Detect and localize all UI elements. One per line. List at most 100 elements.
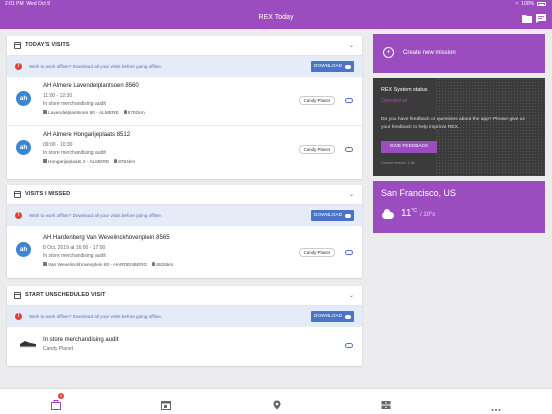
briefcase-icon	[51, 400, 61, 410]
offline-banner: ! Wish to work offline? Download all you…	[7, 306, 362, 327]
visit-name: AH Hardenberg Van Wevelinckhovenplein 85…	[43, 235, 170, 241]
battery-icon	[537, 2, 546, 6]
chevron-down-icon[interactable]: ⌄	[349, 191, 354, 198]
shoe-icon	[20, 341, 36, 348]
warning-icon: !	[15, 62, 22, 70]
download-label: DOWNLOAD	[313, 213, 343, 218]
visit-row[interactable]: ah AH Almere Hongarijeplaats 8512 09:00 …	[7, 125, 362, 173]
address-text: Hongarijeplaats 2 - ALMERE	[48, 160, 110, 165]
client-chip: Candy Planet	[298, 145, 335, 154]
cloud-icon	[382, 209, 394, 219]
battery-percent: 100%	[521, 1, 534, 7]
status-bar: 2:01 PM Wed Oct 9 ≈ 100%	[0, 0, 552, 9]
calendar-icon	[14, 42, 21, 49]
cloud-upload-icon	[345, 213, 352, 218]
visit-address: Van Wevelinckhovenplein 60 - HARDENBERG …	[43, 262, 173, 268]
more-dots-icon	[491, 409, 501, 411]
calendar-icon	[14, 191, 21, 198]
weather-temperature: 11°C/ 10°c	[401, 208, 435, 219]
system-status-card: REX System status Operational Do you hav…	[373, 78, 545, 176]
folder-icon[interactable]	[522, 14, 532, 23]
tab-bar: 3	[0, 388, 552, 414]
unscheduled-name: In store merchandising audit	[43, 337, 119, 343]
download-label: DOWNLOAD	[313, 64, 343, 69]
offline-text: Wish to work offline? Download all your …	[29, 213, 163, 218]
location-pin-icon	[152, 262, 156, 266]
temp-value: 11	[401, 208, 412, 219]
albert-heijn-logo: ah	[16, 91, 31, 106]
client-chip: Candy Planet	[298, 248, 335, 257]
plus-icon: +	[383, 47, 394, 58]
status-right: ≈ 100%	[515, 1, 546, 7]
tab-more[interactable]	[491, 399, 501, 411]
location-pin-icon	[114, 159, 118, 163]
visit-time: 11:00 - 12:30	[43, 93, 73, 99]
download-button[interactable]: DOWNLOAD	[311, 311, 354, 322]
app-version: Current version: 1.36	[381, 161, 415, 165]
chat-icon[interactable]	[536, 14, 546, 23]
todays-visits-header[interactable]: TODAY'S VISITS ⌄	[7, 36, 362, 56]
albert-heijn-logo: ah	[16, 140, 31, 155]
app-header: REX Today	[0, 9, 552, 29]
cloud-upload-icon	[345, 64, 352, 69]
missed-visits-card: VISITS I MISSED ⌄ ! Wish to work offline…	[7, 185, 362, 278]
offline-banner: ! Wish to work offline? Download all you…	[7, 205, 362, 226]
download-button[interactable]: DOWNLOAD	[311, 61, 354, 72]
create-mission-button[interactable]: + Create new mission	[373, 34, 545, 73]
unscheduled-header[interactable]: START UNSCHEDULED VISIT ⌄	[7, 286, 362, 306]
location-pin-icon	[123, 110, 127, 114]
visit-type: In store merchandising audit	[43, 253, 106, 259]
storage-icon	[381, 401, 391, 409]
weather-card: San Francisco, US 11°C/ 10°c	[373, 181, 545, 233]
download-label: DOWNLOAD	[313, 314, 343, 319]
cloud-download-icon[interactable]	[345, 343, 353, 348]
page-title: REX Today	[258, 14, 294, 21]
section-title: VISITS I MISSED	[25, 191, 71, 197]
cloud-upload-icon	[345, 314, 352, 319]
client-chip: Candy Planet	[298, 96, 335, 105]
wifi-icon: ≈	[515, 1, 519, 7]
location-pin-icon	[273, 400, 281, 410]
tab-map[interactable]	[272, 397, 282, 410]
visit-type: In store merchandising audit	[43, 150, 106, 156]
create-mission-label: Create new mission	[403, 50, 456, 56]
address-text: Van Wevelinckhovenplein 60 - HARDENBERG	[48, 263, 148, 268]
chevron-down-icon[interactable]: ⌄	[349, 292, 354, 299]
cloud-download-icon[interactable]	[345, 147, 353, 152]
store-icon	[43, 159, 47, 163]
weather-city: San Francisco, US	[381, 188, 457, 198]
cloud-download-icon[interactable]	[345, 98, 353, 103]
status-time: 2:01 PM Wed Oct 9	[5, 1, 50, 7]
distance-text: 8826km	[156, 263, 174, 268]
visit-name: AH Almere Lavendelplantsoen 8560	[43, 83, 139, 89]
visit-address: Hongarijeplaats 2 - ALMERE 8784km	[43, 159, 135, 165]
offline-text: Wish to work offline? Download all your …	[29, 314, 163, 319]
warning-icon: !	[15, 312, 22, 320]
visit-row[interactable]: ah AH Almere Lavendelplantsoen 8560 11:0…	[7, 77, 362, 125]
missed-visits-header[interactable]: VISITS I MISSED ⌄	[7, 185, 362, 205]
visit-row[interactable]: ah AH Hardenberg Van Wevelinckhovenplein…	[7, 226, 362, 278]
download-button[interactable]: DOWNLOAD	[311, 210, 354, 221]
todays-visits-card: TODAY'S VISITS ⌄ ! Wish to work offline?…	[7, 36, 362, 179]
tab-visits[interactable]: 3	[51, 393, 64, 410]
tab-calendar[interactable]	[161, 397, 171, 410]
visit-type: In store merchandising audit	[43, 101, 106, 107]
distance-text: 8782km	[127, 111, 145, 116]
visit-name: AH Almere Hongarijeplaats 8512	[43, 132, 131, 138]
visit-time: 09:00 - 10:30	[43, 142, 73, 148]
temp-low: / 10°c	[420, 212, 436, 218]
tab-inventory[interactable]	[381, 397, 391, 409]
offline-text: Wish to work offline? Download all your …	[29, 64, 163, 69]
chevron-down-icon[interactable]: ⌄	[349, 42, 354, 49]
unscheduled-item[interactable]: In store merchandising audit Candy Plane…	[7, 327, 362, 364]
notification-badge: 3	[58, 393, 64, 399]
system-status-subtitle: Operational	[381, 98, 407, 104]
store-icon	[43, 262, 47, 266]
cloud-download-icon[interactable]	[345, 250, 353, 255]
calendar-icon	[14, 292, 21, 299]
albert-heijn-logo: ah	[16, 242, 31, 257]
visit-address: Lavendelplantsoen 60 - ALMERE 8782km	[43, 110, 145, 116]
give-feedback-button[interactable]: GIVE FEEDBACK	[381, 141, 437, 153]
warning-icon: !	[15, 211, 22, 219]
feedback-prompt: Do you have feedback or questions about …	[381, 117, 525, 130]
